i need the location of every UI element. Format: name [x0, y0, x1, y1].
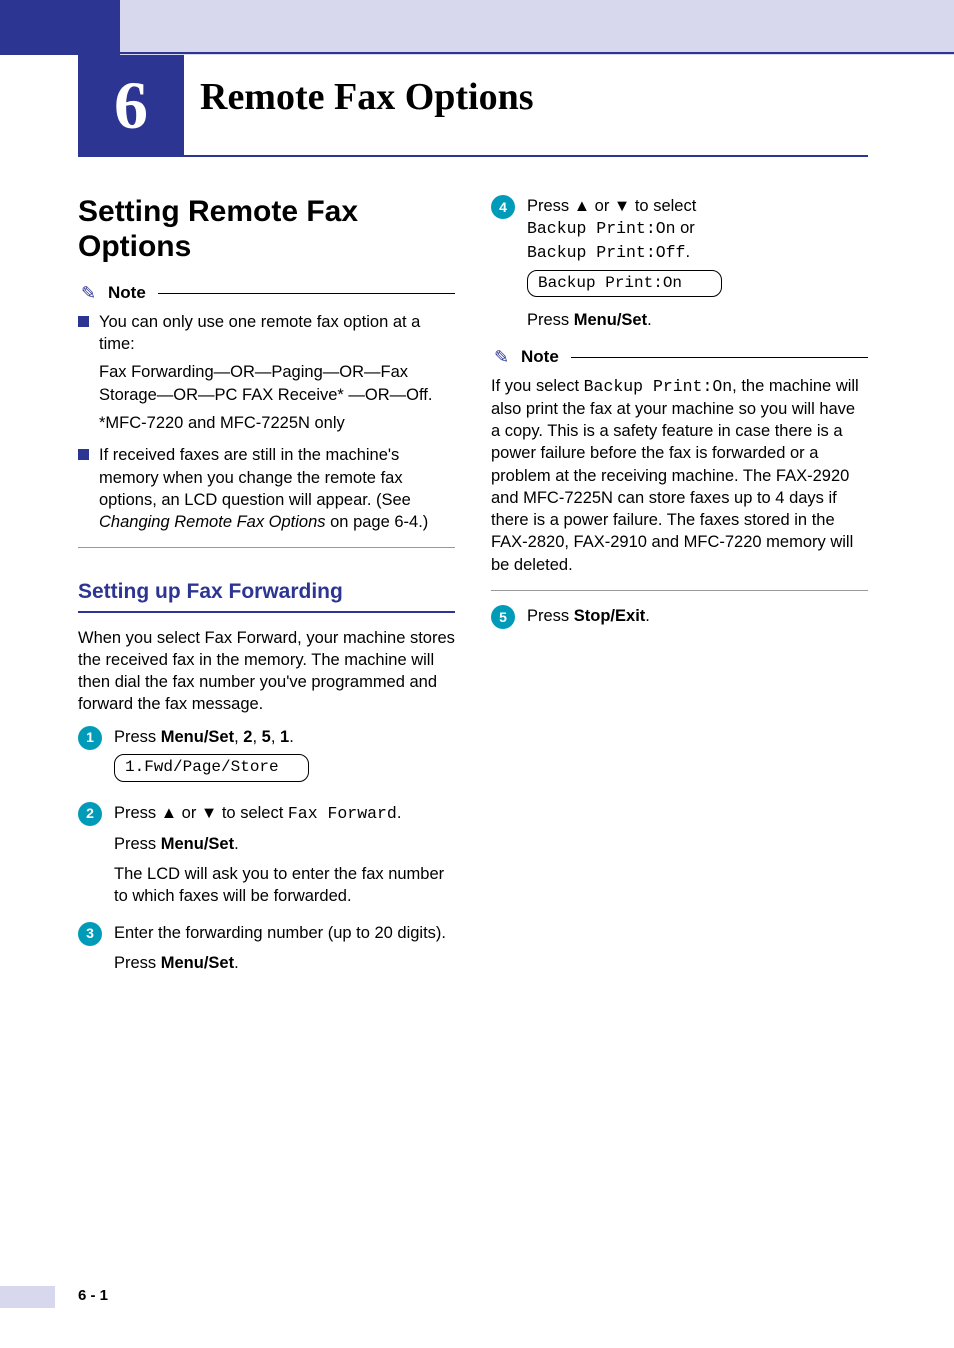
step-number-badge: 2 [78, 802, 102, 826]
step-text: Press ▲ or ▼ to select Fax Forward. [114, 802, 455, 825]
note-label: Note [521, 346, 559, 369]
step-item: 1 Press Menu/Set, 2, 5, 1. 1.Fwd/Page/St… [78, 726, 455, 788]
t: . [685, 243, 690, 261]
pencil-icon [78, 282, 102, 304]
step-text: Press Menu/Set. [114, 952, 455, 974]
cross-reference: Changing Remote Fax Options [99, 513, 326, 531]
text: If received faxes are still in the machi… [99, 446, 411, 509]
key: Stop/Exit [574, 607, 646, 625]
lcd-text: Backup Print:On [527, 219, 676, 238]
t: Press ▲ or ▼ to select [114, 804, 288, 822]
subsection-heading: Setting up Fax Forwarding [78, 578, 455, 606]
note-header: Note [78, 282, 455, 305]
key: Menu/Set [161, 728, 234, 746]
t: Press [114, 728, 161, 746]
note-body: If you select Backup Print:On, the machi… [491, 375, 868, 576]
step-body: Press Stop/Exit. [527, 605, 868, 629]
key: Menu/Set [161, 954, 234, 972]
subsection-underline [78, 611, 455, 613]
bullet-line: *MFC-7220 and MFC-7225N only [99, 412, 455, 434]
chapter-number: 6 [114, 66, 148, 145]
footer-color-strip [0, 1286, 55, 1308]
banner-rule [120, 52, 954, 54]
note-end-rule [491, 590, 868, 591]
t: If you select [491, 377, 584, 395]
key: Menu/Set [161, 835, 234, 853]
step-body: Press ▲ or ▼ to select Backup Print:On o… [527, 195, 868, 332]
step-item: 3 Enter the forwarding number (up to 20 … [78, 922, 455, 975]
step-text: Enter the forwarding number (up to 20 di… [114, 922, 455, 944]
left-color-strip [0, 0, 120, 55]
step-text: Press Menu/Set. [527, 309, 868, 331]
step-text: The LCD will ask you to enter the fax nu… [114, 863, 455, 908]
t: . [234, 835, 239, 853]
t: Press [527, 311, 574, 329]
bullet-text: You can only use one remote fax option a… [99, 311, 455, 434]
bullet-text: If received faxes are still in the machi… [99, 444, 455, 533]
t: . [289, 728, 294, 746]
lcd-display: Backup Print:On [527, 270, 722, 298]
lcd-text: Backup Print:On [584, 377, 733, 396]
t: . [645, 607, 650, 625]
note-rule [158, 293, 455, 294]
chapter-title: Remote Fax Options [200, 75, 534, 119]
t: , [271, 728, 280, 746]
t: , [252, 728, 261, 746]
chapter-underline [78, 155, 868, 157]
square-bullet-icon [78, 316, 89, 327]
top-banner [0, 0, 954, 55]
step-item: 5 Press Stop/Exit. [491, 605, 868, 629]
lcd-text: Fax Forward [288, 804, 397, 823]
step-body: Enter the forwarding number (up to 20 di… [114, 922, 455, 975]
note-bullet: You can only use one remote fax option a… [78, 311, 455, 434]
t: Press [114, 954, 161, 972]
square-bullet-icon [78, 449, 89, 460]
step-number-badge: 5 [491, 605, 515, 629]
step-text: Press ▲ or ▼ to select Backup Print:On o… [527, 195, 868, 264]
section-heading: Setting Remote Fax Options [78, 195, 455, 264]
lcd-text: Backup Print:Off [527, 243, 685, 262]
t: , the machine will also print the fax at… [491, 377, 859, 574]
note-label: Note [108, 282, 146, 305]
text: on page 6-4.) [326, 513, 429, 531]
note-header: Note [491, 346, 868, 369]
t: . [397, 804, 402, 822]
chapter-number-box: 6 [78, 55, 184, 155]
step-number-badge: 1 [78, 726, 102, 750]
t: Press [114, 835, 161, 853]
right-column: 4 Press ▲ or ▼ to select Backup Print:On… [491, 195, 868, 988]
step-body: Press Menu/Set, 2, 5, 1. 1.Fwd/Page/Stor… [114, 726, 455, 788]
t: Press [527, 607, 574, 625]
key: Menu/Set [574, 311, 647, 329]
step-text: Press Menu/Set. [114, 833, 455, 855]
page-number: 6 - 1 [78, 1287, 108, 1304]
step-number-badge: 4 [491, 195, 515, 219]
t: or [676, 219, 695, 237]
lcd-display: 1.Fwd/Page/Store [114, 754, 309, 782]
step-number-badge: 3 [78, 922, 102, 946]
t: , [234, 728, 243, 746]
step-text: Press Menu/Set, 2, 5, 1. [114, 726, 455, 748]
step-body: Press ▲ or ▼ to select Fax Forward. Pres… [114, 802, 455, 908]
key: 5 [262, 728, 271, 746]
intro-paragraph: When you select Fax Forward, your machin… [78, 627, 455, 716]
note-end-rule [78, 547, 455, 548]
pencil-icon [491, 346, 515, 368]
t: . [234, 954, 239, 972]
left-column: Setting Remote Fax Options Note You can … [78, 195, 455, 988]
step-item: 4 Press ▲ or ▼ to select Backup Print:On… [491, 195, 868, 332]
note-bullet: If received faxes are still in the machi… [78, 444, 455, 533]
step-item: 2 Press ▲ or ▼ to select Fax Forward. Pr… [78, 802, 455, 908]
bullet-line: Fax Forwarding—OR—Paging—OR—Fax Storage—… [99, 361, 455, 406]
t: . [647, 311, 652, 329]
t: Press ▲ or ▼ to select [527, 197, 696, 215]
bullet-line: You can only use one remote fax option a… [99, 311, 455, 356]
note-rule [571, 357, 868, 358]
content-area: Setting Remote Fax Options Note You can … [78, 195, 868, 988]
key: 1 [280, 728, 289, 746]
